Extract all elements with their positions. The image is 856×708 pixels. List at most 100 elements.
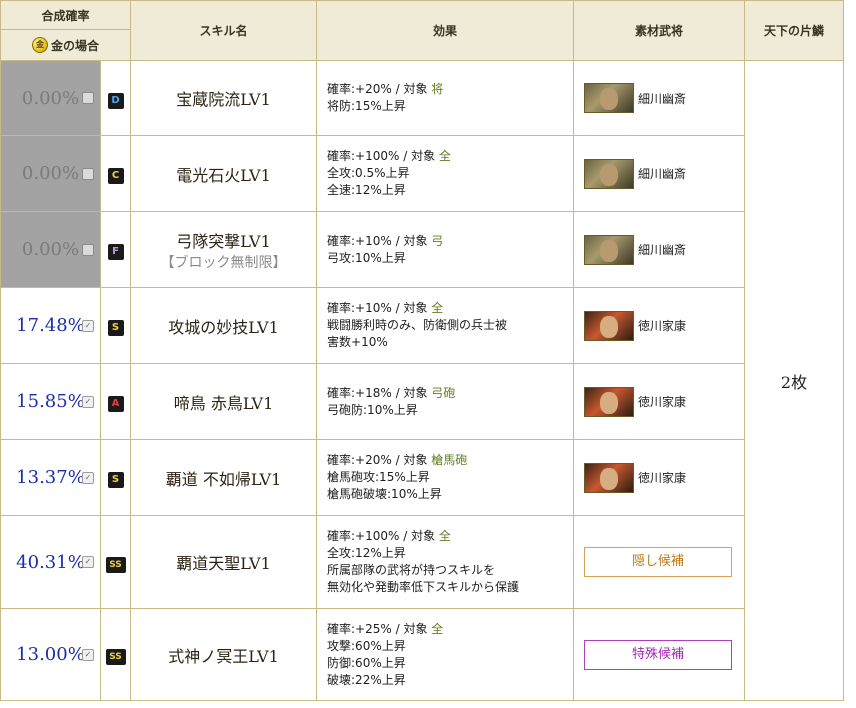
rank-cell: F bbox=[99, 211, 132, 288]
select-checkbox[interactable]: ✓ bbox=[82, 395, 94, 408]
rate-cell: 0.00% bbox=[0, 211, 101, 288]
skill-name-cell: 弓隊突撃LV1 【ブロック無制限】 bbox=[130, 211, 318, 288]
skill-name: 電光石火LV1 bbox=[176, 165, 271, 185]
effect-line: 確率:+10% / 対象 全 bbox=[327, 300, 573, 317]
select-checkbox[interactable] bbox=[82, 167, 94, 180]
officer-portrait[interactable] bbox=[584, 310, 635, 341]
skill-note: 【ブロック無制限】 bbox=[160, 254, 287, 271]
select-checkbox[interactable] bbox=[82, 92, 94, 104]
effect-line: 害数+10% bbox=[327, 334, 573, 351]
effect-line: 確率:+18% / 対象 弓砲 bbox=[327, 385, 573, 402]
effect-cell: 確率:+100% / 対象 全全攻:0.5%上昇全速:12%上昇 bbox=[316, 135, 575, 212]
skill-synthesis-table: 合成確率 スキル名 効果 素材武将 天下の片鱗 金 金の場合 0.00% D 宝蔵院… bbox=[0, 0, 845, 701]
rank-badge: S bbox=[107, 472, 124, 488]
gold-case-header: 金 金の場合 bbox=[0, 29, 132, 61]
rate-value: 13.00% bbox=[16, 644, 85, 665]
skill-row: 0.00% C 電光石火LV1 確率:+100% / 対象 全全攻:0.5%上昇 全速:… bbox=[0, 135, 844, 212]
skill-row: 13.37% ✓ S 覇道 不如帰LV1 確率:+20% / 対象 槍馬砲 槍馬砲攻:15… bbox=[0, 439, 844, 516]
material-header: 素材武将 bbox=[573, 0, 746, 61]
skill-row: 0.00% F 弓隊突撃LV1 【ブロック無制限】 確率:+10% / 対象 弓弓攻:1… bbox=[0, 211, 844, 288]
effect-line: 確率:+10% / 対象 弓 bbox=[327, 233, 573, 250]
effect-cell: 確率:+20% / 対象 槍馬砲 槍馬砲攻:15%上昇 槍馬砲破壊:10%上昇 bbox=[316, 439, 575, 516]
effect-text: 将防:15%上昇 bbox=[327, 99, 406, 113]
effect-text: 確率:+20% / 対象 bbox=[327, 82, 432, 96]
effect-line: 戦闘勝利時のみ、防衛側の兵士被 bbox=[327, 317, 573, 334]
skill-name: 啼鳥 赤鳥LV1 bbox=[173, 393, 274, 413]
gold-case-label: 金の場合 bbox=[51, 38, 100, 53]
rank-badge: C bbox=[107, 168, 124, 184]
officer-portrait[interactable] bbox=[584, 386, 635, 417]
effect-text: 全攻:12%上昇 bbox=[327, 546, 406, 560]
effect-cell: 確率:+100% / 対象 全全攻:12%上昇 所属部隊の武将が持つスキルを 無効化… bbox=[316, 515, 575, 609]
officer-portrait[interactable] bbox=[584, 83, 635, 113]
select-checkbox[interactable] bbox=[82, 243, 94, 256]
effect-line: 確率:+100% / 対象 全 bbox=[327, 148, 573, 165]
effect-header: 効果 bbox=[316, 0, 575, 61]
effect-text: 確率:+18% / 対象 bbox=[327, 385, 432, 400]
skill-row: 15.85% ✓ A 啼鳥 赤鳥LV1 確率:+18% / 対象 弓砲 弓砲防:10%上昇… bbox=[0, 363, 844, 440]
skill-name: 覇道 不如帰LV1 bbox=[165, 469, 282, 489]
effect-target: 弓 bbox=[431, 233, 444, 248]
rate-value: 13.37% bbox=[16, 467, 85, 488]
select-checkbox[interactable]: ✓ bbox=[82, 471, 94, 484]
effect-text: 攻撃:60%上昇 bbox=[327, 638, 406, 653]
rate-cell: 13.37% ✓ bbox=[0, 439, 101, 516]
officer-portrait[interactable] bbox=[584, 234, 635, 265]
effect-text: 全攻:0.5%上昇 bbox=[327, 166, 410, 180]
effect-cell: 確率:+10% / 対象 弓弓攻:10%上昇 bbox=[316, 211, 575, 288]
skill-row: 0.00% D 宝蔵院流LV1 確率:+20% / 対象 将将防:15%上昇 細川幽斎 2… bbox=[0, 60, 845, 701]
material-cell: 徳川家康 bbox=[573, 439, 746, 516]
skill-name-cell: 式神ノ冥王LV1 bbox=[130, 608, 318, 701]
effect-line: 将防:15%上昇 bbox=[327, 98, 573, 115]
material-cell: 細川幽斎 bbox=[573, 211, 746, 288]
material-cell: 細川幽斎 bbox=[573, 60, 746, 136]
skill-name: 覇道天聖LV1 bbox=[176, 554, 271, 573]
effect-line: 攻撃:60%上昇 bbox=[327, 638, 573, 655]
rate-cell: 40.31% ✓ bbox=[0, 515, 101, 609]
effect-line: 槍馬砲破壊:10%上昇 bbox=[327, 486, 573, 503]
effect-text: 戦闘勝利時のみ、防衛側の兵士被 bbox=[327, 318, 508, 332]
effect-cell: 確率:+10% / 対象 全戦闘勝利時のみ、防衛側の兵士被 害数+10% bbox=[316, 287, 575, 364]
select-checkbox[interactable]: ✓ bbox=[82, 319, 94, 332]
tenka-cell: 2枚 bbox=[744, 60, 845, 701]
rank-cell: SS bbox=[99, 608, 132, 701]
effect-text: 無効化や発動率低下スキルから保護 bbox=[327, 580, 520, 594]
effect-text: 破壊:22%上昇 bbox=[327, 672, 406, 687]
rank-cell: SS bbox=[99, 515, 132, 609]
rank-cell: S bbox=[99, 287, 132, 364]
effect-line: 確率:+20% / 対象 将 bbox=[327, 81, 573, 98]
effect-line: 確率:+100% / 対象 全 bbox=[327, 528, 573, 545]
effect-target: 全 bbox=[438, 149, 451, 163]
officer-portrait[interactable] bbox=[584, 158, 635, 189]
skill-name-cell: 宝蔵院流LV1 bbox=[130, 60, 318, 136]
select-checkbox[interactable]: ✓ bbox=[82, 648, 94, 661]
officer-name: 細川幽斎 bbox=[638, 91, 687, 106]
effect-text: 害数+10% bbox=[327, 335, 388, 349]
skill-row: 17.48% ✓ S 攻城の妙技LV1 確率:+10% / 対象 全戦闘勝利時のみ、防衛… bbox=[0, 287, 844, 364]
effect-text: 確率:+10% / 対象 bbox=[327, 233, 432, 248]
rank-badge: F bbox=[107, 244, 124, 260]
effect-cell: 確率:+25% / 対象 全攻撃:60%上昇 防御:60%上昇 破壊:22%上昇 bbox=[316, 608, 575, 701]
rate-value: 40.31% bbox=[16, 551, 85, 573]
effect-line: 槍馬砲攻:15%上昇 bbox=[327, 469, 573, 486]
select-checkbox[interactable]: ✓ bbox=[82, 556, 94, 568]
special-candidate-button[interactable]: 特殊候補 bbox=[584, 639, 733, 670]
effect-line: 全速:12%上昇 bbox=[327, 182, 573, 199]
effect-target: 全 bbox=[431, 301, 444, 315]
skill-name: 宝蔵院流LV1 bbox=[176, 90, 271, 109]
officer-name: 徳川家康 bbox=[638, 319, 687, 333]
hidden-candidate-button[interactable]: 隠し候補 bbox=[584, 547, 733, 577]
skill-name-cell: 攻城の妙技LV1 bbox=[130, 287, 318, 364]
effect-line: 全攻:12%上昇 bbox=[327, 545, 573, 562]
effect-cell: 確率:+20% / 対象 将将防:15%上昇 bbox=[316, 60, 575, 136]
effect-line: 破壊:22%上昇 bbox=[327, 672, 573, 689]
rate-cell: 0.00% bbox=[0, 60, 101, 136]
effect-line: 弓砲防:10%上昇 bbox=[327, 402, 573, 419]
effect-line: 確率:+25% / 対象 全 bbox=[327, 621, 573, 638]
officer-portrait[interactable] bbox=[584, 462, 635, 493]
rank-badge: SS bbox=[105, 556, 126, 573]
rank-badge: A bbox=[107, 396, 124, 412]
effect-target: 将 bbox=[431, 82, 444, 96]
rate-value: 0.00% bbox=[21, 239, 80, 260]
effect-text: 確率:+100% / 対象 bbox=[327, 529, 439, 543]
